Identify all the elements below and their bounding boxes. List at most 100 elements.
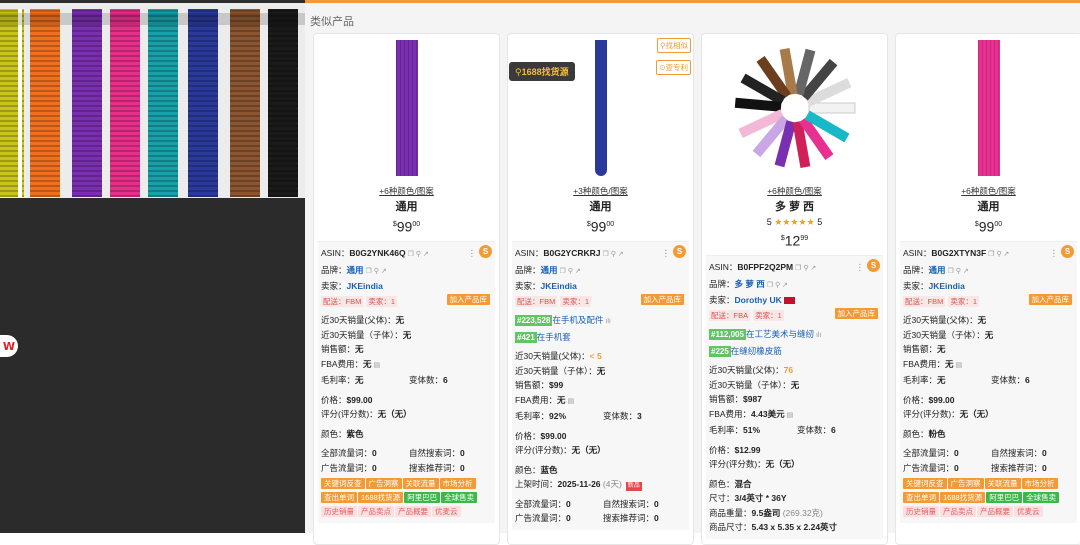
1688-source-button[interactable]: 1688找货源: [358, 492, 404, 503]
product-main-image[interactable]: [0, 3, 305, 198]
new-badge: 新品: [625, 482, 642, 491]
global-sale-button[interactable]: 全球售卖: [1023, 492, 1060, 503]
strap-image: [594, 40, 607, 176]
rank-row: #223,528 在手机及配件 ılı: [515, 315, 611, 326]
add-to-library-button[interactable]: 加入产品库: [640, 293, 684, 305]
more-icon[interactable]: ⋮: [468, 246, 477, 261]
order-keywords-button[interactable]: 查出单词: [903, 492, 939, 503]
elastic-bands-image: [734, 48, 855, 168]
chart-icon: ılı: [815, 332, 822, 339]
image-viewer: W: [0, 0, 305, 533]
product-card[interactable]: ⚲1688找货源 ⚲找相似 ⊙查专利 +3种颜色/图案 通用 $9900 ASI…: [507, 33, 694, 545]
strap-orange: [30, 9, 60, 197]
sellersprite-logo-icon[interactable]: S: [867, 259, 880, 272]
similar-products-panel: 类似产品 +6种颜色/图案 通用 $9900 ASIN：B0G2YNK46Q ❐ …: [305, 3, 1080, 545]
1688-source-button[interactable]: 1688找货源: [940, 492, 986, 503]
product-info-panel: ASIN：B0G2YCRKRJ ❐ ⚲ ↗ ⋮ S 品牌：通用 ❐ ⚲ ↗ 卖家：JKE…: [512, 241, 689, 530]
strap-divider: [18, 9, 22, 197]
product-price: $9900: [974, 218, 1003, 235]
market-analysis-button[interactable]: 市场分析: [439, 478, 476, 489]
strap-image: [395, 40, 418, 176]
add-to-library-button[interactable]: 加入产品库: [446, 293, 490, 305]
product-card[interactable]: +6种颜色/图案 通用 $9900 ASIN：B0G2XTYN3F ❐ ⚲ ↗ ⋮ S…: [895, 33, 1080, 545]
strap-brown: [230, 9, 260, 197]
order-keywords-button[interactable]: 查出单词: [321, 492, 357, 503]
selling-points-button[interactable]: 产品卖点: [940, 506, 976, 517]
youmaiyun-button[interactable]: 优麦云: [1014, 506, 1043, 517]
product-summary-button[interactable]: 产品概要: [395, 506, 431, 517]
product-brand: 通用: [589, 201, 612, 213]
ad-insight-button[interactable]: 广告洞察: [365, 478, 402, 489]
more-icon[interactable]: ⋮: [856, 260, 865, 275]
copy-icon: ❐ ⚲ ↗: [407, 251, 429, 258]
product-thumbnail[interactable]: [314, 34, 499, 182]
sellersprite-logo-icon[interactable]: S: [1061, 245, 1074, 258]
strap-pink: [110, 9, 140, 197]
product-brand: 通用: [977, 201, 1000, 213]
search-icon: ⚲: [515, 67, 522, 77]
sellersprite-logo-icon[interactable]: S: [479, 245, 492, 258]
star-rating-icon: ★★★★★: [774, 217, 815, 227]
calc-icon: ▤: [567, 397, 575, 405]
market-analysis-button[interactable]: 市场分析: [1021, 478, 1058, 489]
product-price: $9900: [392, 218, 421, 235]
add-to-library-button[interactable]: 加入产品库: [1028, 293, 1072, 305]
keyword-reverse-button[interactable]: 关键词反查: [903, 478, 947, 489]
product-thumbnail[interactable]: [702, 34, 887, 182]
selling-points-button[interactable]: 产品卖点: [358, 506, 394, 517]
add-to-library-button[interactable]: 加入产品库: [834, 307, 878, 319]
section-title: 类似产品: [310, 16, 354, 28]
search-1688-button[interactable]: ⚲1688找货源: [509, 62, 575, 81]
global-sale-button[interactable]: 全球售卖: [441, 492, 478, 503]
youmaiyun-button[interactable]: 优麦云: [432, 506, 461, 517]
variants-link[interactable]: +6种颜色/图案: [314, 184, 499, 198]
variants-link[interactable]: +6种颜色/图案: [702, 184, 887, 198]
sellersprite-logo-icon[interactable]: S: [673, 245, 686, 258]
history-sales-button[interactable]: 历史销量: [321, 506, 357, 517]
flag-uk-icon: [784, 297, 796, 305]
delivery-row: 配送：FBM 卖家：1 加入产品库: [321, 293, 492, 309]
more-icon[interactable]: ⋮: [1050, 246, 1059, 261]
rating[interactable]: 5 ★★★★★ 5: [702, 215, 887, 229]
product-card[interactable]: +6种颜色/图案 通用 $9900 ASIN：B0G2YNK46Q ❐ ⚲ ↗ ⋮ S…: [313, 33, 500, 545]
tool-buttons: 关键词反查 广告洞察 关联流量 市场分析 查出单词 1688找货源 阿里巴巴 全球售卖 历史…: [903, 477, 1074, 519]
product-info-panel: ASIN：B0FPF2Q2PM ❐ ⚲ ↗ ⋮ S 品牌：多 萝 西 ❐ ⚲ ↗ 卖家：…: [706, 255, 883, 539]
strap-top-band: [0, 13, 305, 25]
alibaba-button[interactable]: 阿里巴巴: [404, 492, 441, 503]
rank-row: #421 在手机套: [515, 331, 571, 343]
seller-row: 卖家：JKEindia: [321, 281, 383, 291]
strap-teal: [148, 9, 178, 197]
asin-row: ASIN：B0G2YNK46Q ❐ ⚲ ↗ ⋮ S: [321, 245, 492, 263]
product-info-panel: ASIN：B0G2XTYN3F ❐ ⚲ ↗ ⋮ S 品牌：通用 ❐ ⚲ ↗ 卖家：JKE…: [900, 241, 1077, 523]
chart-icon: ılı: [605, 318, 611, 325]
check-patent-button[interactable]: ⊙查专利: [656, 60, 691, 75]
strap-black: [268, 9, 298, 197]
product-thumbnail[interactable]: ⚲1688找货源 ⚲找相似 ⊙查专利: [508, 34, 693, 182]
product-price: $1299: [780, 232, 809, 249]
product-info-panel: ASIN：B0G2YNK46Q ❐ ⚲ ↗ ⋮ S 品牌：通用 ❐ ⚲ ↗ 卖家：JKE…: [318, 241, 495, 523]
more-icon[interactable]: ⋮: [662, 246, 671, 261]
calc-icon: ▤: [373, 361, 381, 369]
ad-insight-button[interactable]: 广告洞察: [947, 478, 984, 489]
product-brand: 多 萝 西: [774, 201, 815, 213]
strap-blue: [188, 9, 218, 197]
product-price: $9900: [586, 218, 615, 235]
product-summary-button[interactable]: 产品概要: [977, 506, 1013, 517]
history-sales-button[interactable]: 历史销量: [903, 506, 939, 517]
viewer-background: [0, 198, 305, 533]
calc-icon: ▤: [786, 411, 794, 419]
calc-icon: ▤: [955, 361, 963, 369]
strap-image: [977, 40, 1000, 176]
alibaba-button[interactable]: 阿里巴巴: [986, 492, 1023, 503]
keyword-reverse-button[interactable]: 关键词反查: [321, 478, 365, 489]
tool-buttons: 关键词反查 广告洞察 关联流量 市场分析 查出单词 1688找货源 阿里巴巴 全球售卖 历史…: [321, 477, 492, 519]
variants-link[interactable]: +3种颜色/图案: [508, 184, 693, 198]
product-thumbnail[interactable]: [896, 34, 1080, 182]
related-traffic-button[interactable]: 关联流量: [984, 478, 1021, 489]
product-card[interactable]: +6种颜色/图案 多 萝 西 5 ★★★★★ 5 $1299 ASIN：B0FP…: [701, 33, 888, 545]
product-brand: 通用: [395, 201, 418, 213]
brand-row: 品牌：通用 ❐ ⚲ ↗: [321, 264, 387, 275]
variants-link[interactable]: +6种颜色/图案: [896, 184, 1080, 198]
find-similar-button[interactable]: ⚲找相似: [657, 38, 691, 53]
related-traffic-button[interactable]: 关联流量: [402, 478, 439, 489]
